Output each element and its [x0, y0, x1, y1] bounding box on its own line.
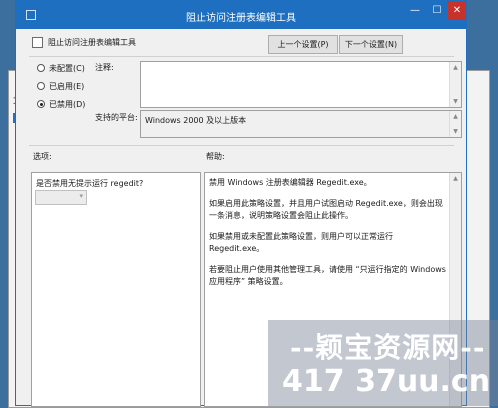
help-paragraph-4: 若要阻止用户使用其他管理工具，请使用 “只运行指定的 Windows 应用程序”…: [209, 265, 446, 286]
separator-middle: [29, 145, 454, 146]
comment-textarea[interactable]: ▲ ▼: [140, 61, 462, 108]
window-title: 阻止访问注册表编辑工具: [186, 13, 296, 24]
close-button[interactable]: ✕: [448, 1, 466, 20]
options-panel: 是否禁用无提示运行 regedit?: [31, 172, 201, 407]
platform-scroll-up-icon[interactable]: ▲: [450, 111, 461, 122]
maximize-button[interactable]: ☐: [426, 1, 448, 20]
chevron-down-icon: ▾: [79, 192, 83, 200]
help-paragraph-2: 如果启用此策略设置，并且用户试图启动 Regedit.exe，则会出现一条消息，…: [209, 199, 443, 220]
help-paragraph-3: 如果禁用或未配置此策略设置，则用户可以正常运行 Regedit.exe。: [209, 232, 393, 253]
regedit-combo[interactable]: ▾: [35, 190, 87, 205]
title-bar: 阻止访问注册表编辑工具 — ☐ ✕: [16, 1, 466, 29]
policy-name: 阻止访问注册表编辑工具: [48, 38, 136, 47]
separator-top: [29, 56, 454, 57]
watermark-url: 417 37uu.cn: [282, 364, 491, 399]
next-setting-button[interactable]: 下一个设置(N): [339, 35, 403, 54]
scroll-up-icon[interactable]: ▲: [450, 62, 461, 73]
radio-enabled[interactable]: 已启用(E): [37, 81, 84, 92]
platform-scrollbar[interactable]: ▲ ▼: [449, 111, 461, 137]
comment-label: 注释:: [95, 63, 114, 72]
radio-disabled[interactable]: 已禁用(D): [37, 99, 85, 110]
options-label: 选项:: [33, 152, 52, 161]
scroll-down-icon[interactable]: ▼: [450, 96, 461, 107]
platform-scroll-down-icon[interactable]: ▼: [450, 126, 461, 137]
minimize-button[interactable]: —: [404, 1, 426, 20]
platform-value: Windows 2000 及以上版本: [145, 116, 247, 125]
radio-disabled-dot: [37, 100, 45, 108]
radio-enabled-dot: [37, 82, 45, 90]
radio-not-configured-dot: [37, 64, 45, 72]
watermark-site-name: --颖宝资源网--: [290, 331, 486, 364]
help-scroll-up-icon[interactable]: ▲: [450, 173, 461, 184]
help-label: 帮助:: [206, 152, 225, 161]
regedit-question: 是否禁用无提示运行 regedit?: [36, 179, 144, 188]
policy-icon: [32, 37, 43, 48]
platform-box: Windows 2000 及以上版本 ▲ ▼: [140, 110, 462, 138]
radio-not-configured[interactable]: 未配置(C): [37, 63, 85, 74]
platform-label: 支持的平台:: [95, 113, 138, 122]
comment-scrollbar[interactable]: ▲ ▼: [449, 62, 461, 107]
prev-setting-button[interactable]: 上一个设置(P): [268, 35, 338, 54]
help-paragraph-1: 禁用 Windows 注册表编辑器 Regedit.exe。: [209, 178, 372, 187]
